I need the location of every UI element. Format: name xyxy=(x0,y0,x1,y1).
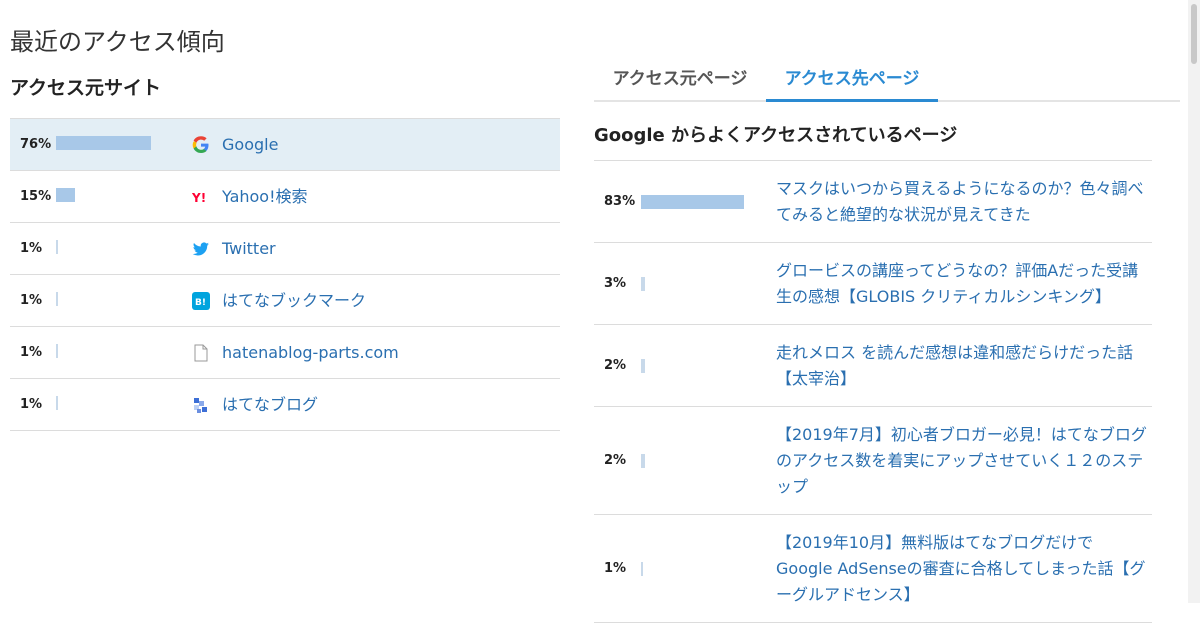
page-icon xyxy=(194,344,208,362)
tab-destination-pages[interactable]: アクセス先ページ xyxy=(766,60,938,102)
source-label: Google xyxy=(222,135,279,154)
destination-bar xyxy=(641,194,744,209)
source-row-hatena-blog[interactable]: 1% はてなブログ xyxy=(10,379,560,431)
destination-link[interactable]: 【2019年10月】無料版はてなブログだけでGoogle AdSenseの審査に… xyxy=(776,515,1152,622)
access-source-list: 76% Google 15% Y! Yahoo!検索 1% Twitter 1%… xyxy=(10,118,560,431)
source-percent: 1% xyxy=(20,293,43,308)
source-bar xyxy=(56,136,151,150)
destination-percent: 3% xyxy=(604,275,627,291)
destination-link[interactable]: グロービスの講座ってどうなの？評価Aだった受講生の感想【GLOBIS クリティカ… xyxy=(776,243,1152,324)
svg-text:B!: B! xyxy=(195,298,206,308)
destination-link[interactable]: 走れメロス を読んだ感想は違和感だらけだった話【太宰治】 xyxy=(776,325,1152,406)
svg-text:Y!: Y! xyxy=(192,191,206,205)
source-percent: 76% xyxy=(20,137,52,152)
access-destination-panel: アクセス元ページ アクセス先ページ Google からよくアクセスされているペー… xyxy=(594,60,1180,623)
page-scrollbar[interactable] xyxy=(1188,0,1200,603)
source-percent: 1% xyxy=(20,345,43,360)
source-label: hatenablog-parts.com xyxy=(222,343,399,362)
source-bar xyxy=(56,396,58,410)
destination-bar xyxy=(641,358,645,373)
access-source-title: アクセス元サイト xyxy=(10,77,162,99)
source-label: はてなブログ xyxy=(222,395,319,414)
destination-bar xyxy=(641,561,643,576)
destination-row: 1% 【2019年10月】無料版はてなブログだけでGoogle AdSenseの… xyxy=(594,515,1152,623)
destination-bar xyxy=(641,453,645,468)
twitter-icon xyxy=(192,242,209,256)
source-row-google[interactable]: 76% Google xyxy=(10,119,560,171)
destination-percent: 2% xyxy=(604,357,627,373)
destination-percent: 2% xyxy=(604,452,627,468)
destination-row: 2% 【2019年7月】初心者ブロガー必見！はてなブログのアクセス数を着実にアッ… xyxy=(594,407,1152,515)
source-row-hatena-bookmark[interactable]: 1% B! はてなブックマーク xyxy=(10,275,560,327)
source-row-twitter[interactable]: 1% Twitter xyxy=(10,223,560,275)
hatena-bookmark-icon: B! xyxy=(192,292,210,310)
destination-link[interactable]: マスクはいつから買えるようになるのか？色々調べてみると絶望的な状況が見えてきた xyxy=(776,161,1152,242)
destination-row: 83% マスクはいつから買えるようになるのか？色々調べてみると絶望的な状況が見え… xyxy=(594,161,1152,243)
destination-row: 3% グロービスの講座ってどうなの？評価Aだった受講生の感想【GLOBIS クリ… xyxy=(594,243,1152,325)
destination-list: 83% マスクはいつから買えるようになるのか？色々調べてみると絶望的な状況が見え… xyxy=(594,160,1152,623)
source-label: Yahoo!検索 xyxy=(222,187,308,206)
source-percent: 1% xyxy=(20,397,43,412)
hatena-blog-icon xyxy=(194,398,207,413)
source-percent: 1% xyxy=(20,241,43,256)
source-label: はてなブックマーク xyxy=(222,291,367,310)
yahoo-icon: Y! xyxy=(192,191,206,205)
source-row-hatenablog-parts[interactable]: 1% hatenablog-parts.com xyxy=(10,327,560,379)
google-icon xyxy=(192,136,209,153)
destination-percent: 1% xyxy=(604,560,627,576)
source-bar xyxy=(56,344,58,358)
destination-bar xyxy=(641,276,645,291)
source-bar xyxy=(56,240,58,254)
source-row-yahoo[interactable]: 15% Y! Yahoo!検索 xyxy=(10,171,560,223)
destination-row: 2% 走れメロス を読んだ感想は違和感だらけだった話【太宰治】 xyxy=(594,325,1152,407)
access-source-panel: アクセス元サイト 76% Google 15% Y! Yahoo!検索 1% T… xyxy=(10,70,560,431)
source-bar xyxy=(56,292,58,306)
source-label: Twitter xyxy=(222,239,276,258)
page-tabs: アクセス元ページ アクセス先ページ xyxy=(594,60,1180,102)
destination-link[interactable]: 【2019年7月】初心者ブロガー必見！はてなブログのアクセス数を着実にアップさせ… xyxy=(776,407,1152,514)
scrollbar-thumb[interactable] xyxy=(1191,4,1197,64)
destination-percent: 83% xyxy=(604,193,636,209)
source-bar xyxy=(56,188,75,202)
source-percent: 15% xyxy=(20,189,52,204)
destination-title: Google からよくアクセスされているページ xyxy=(594,125,958,146)
page-title: 最近のアクセス傾向 xyxy=(10,28,225,57)
tab-source-pages[interactable]: アクセス元ページ xyxy=(594,60,766,100)
